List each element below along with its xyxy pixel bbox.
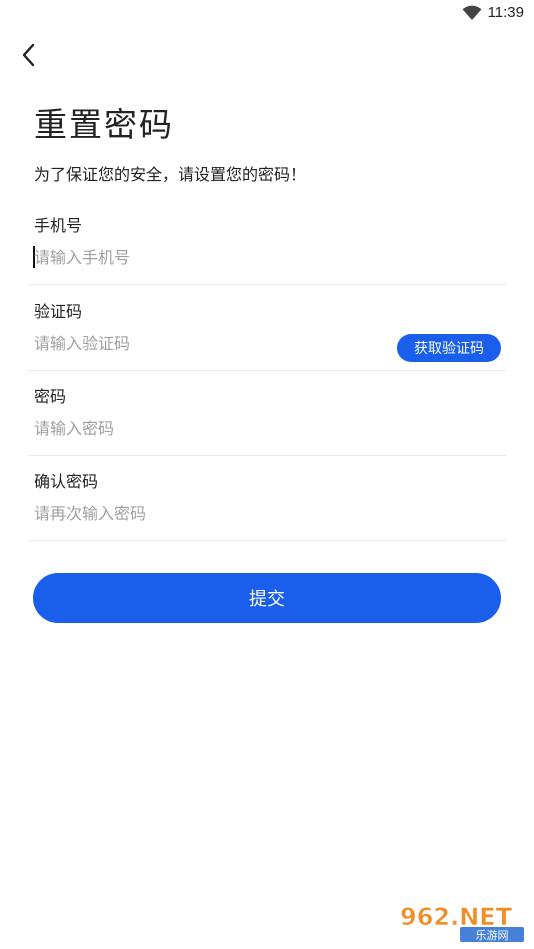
watermark-text-top: 962.NET (400, 903, 513, 931)
phone-label: 手机号 (34, 216, 83, 235)
phone-input[interactable] (34, 243, 374, 271)
reset-password-screen: 11:39 重置密码 为了保证您的安全，请设置您的密码！ 手机号 验证码 获取验… (0, 0, 534, 949)
submit-button[interactable]: 提交 (33, 573, 501, 623)
status-time: 11:39 (487, 4, 524, 21)
back-button[interactable] (14, 40, 44, 70)
watermark-text-bottom: 乐游网 (476, 929, 509, 942)
code-label: 验证码 (34, 302, 83, 321)
password-input[interactable] (34, 414, 374, 442)
status-bar: 11:39 (0, 0, 534, 28)
confirm-password-input[interactable] (34, 499, 374, 527)
password-field-row: 密码 (28, 369, 506, 456)
get-code-button[interactable]: 获取验证码 (397, 334, 501, 362)
confirm-password-field-row: 确认密码 (28, 454, 506, 541)
status-icons: 11:39 (462, 4, 524, 21)
confirm-password-label: 确认密码 (34, 472, 99, 491)
page-subtitle: 为了保证您的安全，请设置您的密码！ (34, 165, 307, 184)
code-input[interactable] (34, 329, 374, 357)
chevron-left-icon (22, 43, 35, 67)
code-field-row: 验证码 获取验证码 (28, 284, 506, 371)
wifi-icon (462, 5, 482, 21)
password-label: 密码 (34, 387, 67, 406)
watermark-logo: 962.NET 乐游网 (400, 903, 524, 942)
page-title: 重置密码 (34, 105, 174, 144)
phone-field-row: 手机号 (28, 198, 506, 285)
